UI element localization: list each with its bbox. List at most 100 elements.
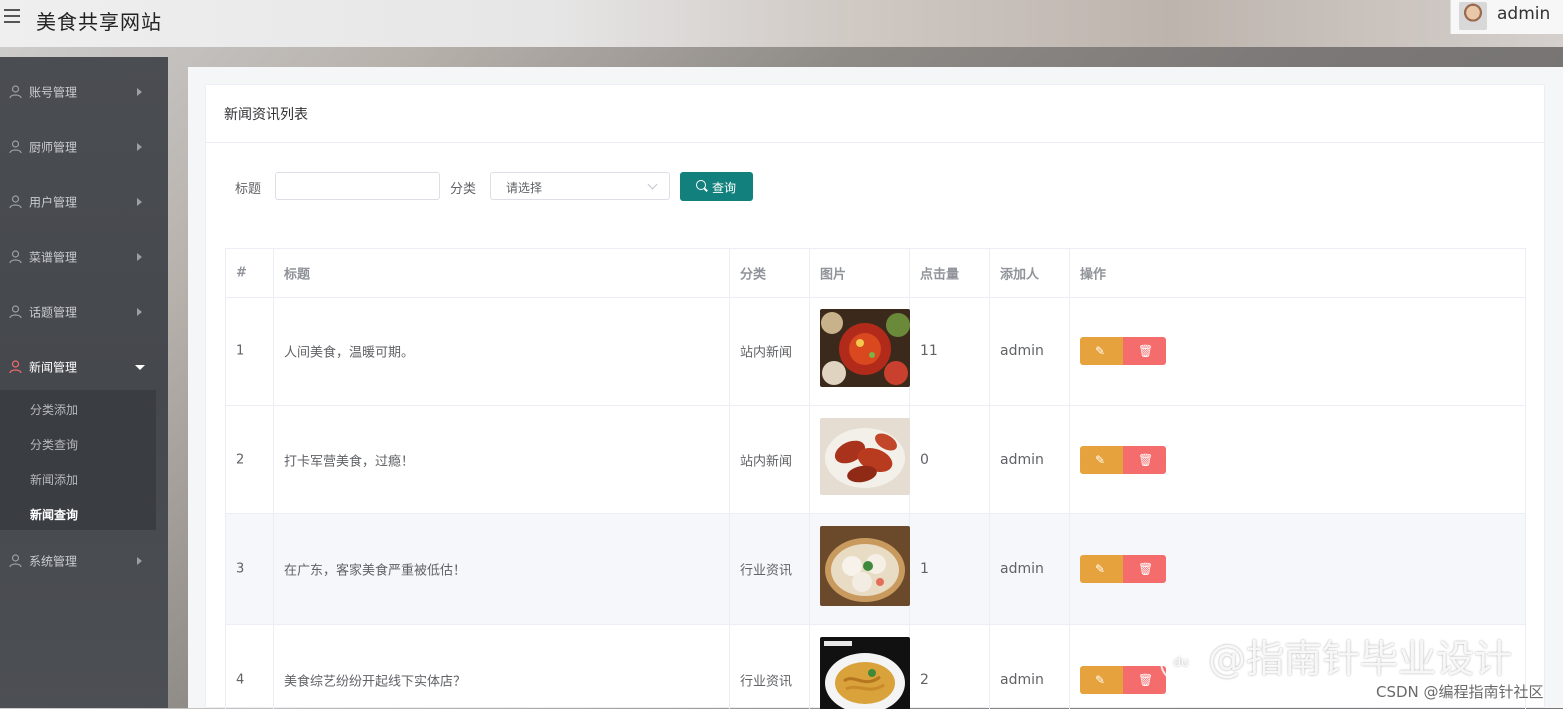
food-thumbnail-image[interactable] [820, 309, 910, 387]
row-category: 行业资讯 [730, 625, 810, 709]
column-header: 标题 [274, 249, 730, 297]
watermark-text: @指南针毕业设计 [1208, 637, 1513, 681]
user-icon [9, 553, 22, 567]
row-clicks: 11 [910, 297, 990, 405]
row-author: admin [990, 514, 1070, 624]
row-title: 打卡军营美食，过瘾！ [274, 406, 730, 513]
trash-icon: 🗑 [1138, 453, 1154, 467]
chevron-right-icon [137, 556, 142, 565]
csdn-watermark: CSDN @编程指南针社区 [1376, 683, 1544, 701]
table-row: 2 打卡军营美食，过瘾！ 站内新闻 0 admin ✎ 🗑 [226, 406, 1525, 514]
avatar[interactable] [1459, 2, 1487, 30]
table-header-row: # 标题 分类 图片 点击量 添加人 操作 [226, 249, 1525, 298]
column-header: 点击量 [910, 249, 990, 297]
chevron-right-icon [137, 307, 142, 316]
submenu-item-category-query[interactable]: 分类查询 [30, 436, 78, 453]
news-list-card: 新闻资讯列表 标题 分类 请选择 查询 # 标题 分类 图片 点击量 添加人 操… [205, 84, 1545, 709]
edit-icon: ✎ [1095, 673, 1106, 687]
submenu-item-news-query[interactable]: 新闻查询 [30, 506, 78, 523]
sidebar-item-label: 账号管理 [29, 85, 78, 99]
search-button[interactable]: 查询 [680, 172, 753, 201]
trash-icon: 🗑 [1138, 344, 1154, 358]
row-title: 人间美食，温暖可期。 [274, 297, 730, 405]
edit-button[interactable]: ✎ [1080, 555, 1123, 583]
column-header: 分类 [730, 249, 810, 297]
sidebar-item-news[interactable]: 新闻管理 [0, 339, 168, 394]
main-panel: 新闻资讯列表 标题 分类 请选择 查询 # 标题 分类 图片 点击量 添加人 操… [188, 67, 1563, 709]
submenu-item-news-add[interactable]: 新闻添加 [30, 471, 78, 488]
chevron-right-icon [137, 252, 142, 261]
row-image-cell [810, 406, 910, 513]
trash-icon: 🗑 [1138, 673, 1154, 687]
sidebar-item-chef[interactable]: 厨师管理 [0, 119, 168, 174]
sidebar-item-system[interactable]: 系统管理 [0, 533, 168, 588]
row-category: 站内新闻 [730, 297, 810, 405]
row-index: 2 [226, 406, 274, 513]
title-filter-label: 标题 [235, 182, 262, 197]
row-image-cell [810, 625, 910, 709]
row-category: 行业资讯 [730, 514, 810, 624]
chevron-right-icon [137, 87, 142, 96]
user-icon [9, 304, 22, 318]
category-select[interactable]: 请选择 [490, 172, 670, 200]
sidebar-item-users[interactable]: 用户管理 [0, 174, 168, 229]
chevron-down-icon [135, 364, 145, 370]
row-actions: ✎ 🗑 [1070, 406, 1525, 513]
du-logo-icon: du [1160, 640, 1202, 683]
row-clicks: 2 [910, 625, 990, 709]
row-index: 4 [226, 625, 274, 709]
food-thumbnail-image[interactable] [820, 637, 910, 709]
site-title: 美食共享网站 [36, 10, 162, 34]
food-thumbnail-image[interactable] [820, 418, 910, 495]
sidebar-item-account[interactable]: 账号管理 [0, 64, 168, 119]
user-icon [9, 249, 22, 263]
row-author: admin [990, 297, 1070, 405]
delete-button[interactable]: 🗑 [1123, 555, 1166, 583]
row-title: 在广东，客家美食严重被低估！ [274, 514, 730, 624]
delete-button[interactable]: 🗑 [1123, 446, 1166, 474]
edit-icon: ✎ [1095, 562, 1106, 576]
food-thumbnail-image[interactable] [820, 526, 910, 606]
column-header: # [226, 249, 274, 297]
column-header: 操作 [1080, 267, 1107, 283]
row-image-cell [810, 297, 910, 405]
watermark: du @指南针毕业设计 [1160, 628, 1512, 683]
search-button-label: 查询 [712, 181, 737, 195]
edit-button[interactable]: ✎ [1080, 446, 1123, 474]
row-actions: ✎ 🗑 [1070, 297, 1525, 405]
column-header: 添加人 [990, 249, 1070, 297]
card-header: 新闻资讯列表 [206, 85, 1544, 143]
user-menu[interactable]: admin [1450, 0, 1563, 34]
chevron-right-icon [137, 197, 142, 206]
user-icon [9, 194, 22, 208]
news-submenu: 分类添加 分类查询 新闻添加 新闻查询 [0, 390, 156, 530]
sidebar-item-label: 新闻管理 [29, 360, 78, 374]
table-row: 1 人间美食，温暖可期。 站内新闻 11 admin ✎ 🗑 [226, 297, 1525, 406]
menu-toggle-icon[interactable] [4, 9, 20, 23]
delete-button[interactable]: 🗑 [1123, 337, 1166, 365]
row-image-cell [810, 514, 910, 624]
row-category: 站内新闻 [730, 406, 810, 513]
sidebar-item-recipes[interactable]: 菜谱管理 [0, 229, 168, 284]
user-icon [9, 84, 22, 98]
row-clicks: 0 [910, 406, 990, 513]
row-clicks: 1 [910, 514, 990, 624]
user-icon [9, 139, 22, 153]
column-header: 图片 [810, 249, 910, 297]
row-title: 美食综艺纷纷开起线下实体店？ [274, 625, 730, 709]
row-author: admin [990, 625, 1070, 709]
table-row: 3 在广东，客家美食严重被低估！ 行业资讯 1 admin ✎ 🗑 [226, 514, 1525, 625]
top-header: 美食共享网站 admin [0, 0, 1563, 47]
title-search-input[interactable] [275, 172, 440, 200]
chevron-right-icon [137, 142, 142, 151]
edit-button[interactable]: ✎ [1080, 337, 1123, 365]
submenu-item-category-add[interactable]: 分类添加 [30, 401, 78, 418]
edit-button[interactable]: ✎ [1080, 666, 1123, 694]
sidebar-item-label: 厨师管理 [29, 140, 78, 154]
sidebar-item-label: 菜谱管理 [29, 250, 78, 264]
category-filter-label: 分类 [450, 182, 477, 197]
sidebar-item-topics[interactable]: 话题管理 [0, 284, 168, 339]
row-index: 1 [226, 297, 274, 405]
edit-icon: ✎ [1095, 344, 1106, 358]
username[interactable]: admin [1497, 4, 1550, 24]
